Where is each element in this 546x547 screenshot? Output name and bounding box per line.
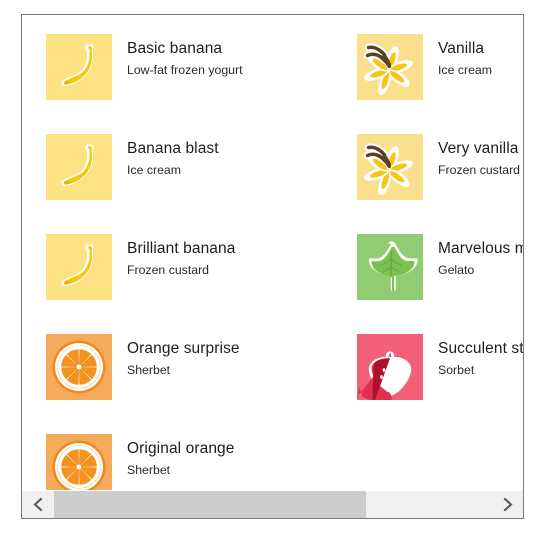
flavor-list-item[interactable]: Orange surprise Sherbet xyxy=(46,334,356,404)
flavor-list-item[interactable]: Original orange Sherbet xyxy=(46,434,356,491)
flavor-subtitle: Frozen custard xyxy=(438,163,521,177)
flavor-text-block: Brilliant banana Frozen custard xyxy=(112,234,235,279)
horizontal-scrollbar[interactable] xyxy=(22,490,523,518)
banana-icon xyxy=(46,134,112,200)
scrollbar-track[interactable] xyxy=(54,491,491,518)
flavor-list-window: Basic banana Low-fat frozen yogurt Vanilla… xyxy=(21,14,524,519)
flavor-text-block: Succulent strawberry Sorbet xyxy=(423,334,523,379)
flavor-grid: Basic banana Low-fat frozen yogurt Vanilla… xyxy=(22,15,523,491)
vanilla-flower-icon xyxy=(357,134,423,200)
flavor-text-block: Original orange Sherbet xyxy=(112,434,234,479)
flavor-text-block: Vanilla Ice cream xyxy=(423,34,492,79)
flavor-grid-viewport: Basic banana Low-fat frozen yogurt Vanilla… xyxy=(22,15,523,491)
scroll-left-arrow-icon[interactable] xyxy=(22,491,54,518)
flavor-list-item[interactable]: Very vanilla Frozen custard xyxy=(357,134,523,204)
flavor-title: Vanilla xyxy=(438,40,485,57)
flavor-text-block: Basic banana Low-fat frozen yogurt xyxy=(112,34,243,79)
vanilla-flower-icon xyxy=(357,34,423,100)
strawberry-icon xyxy=(357,334,423,400)
flavor-title: Orange surprise xyxy=(127,340,240,357)
flavor-subtitle: Sherbet xyxy=(127,363,171,377)
mint-leaf-icon xyxy=(357,234,423,300)
banana-icon xyxy=(46,34,112,100)
flavor-list-item[interactable]: Basic banana Low-fat frozen yogurt xyxy=(46,34,356,104)
flavor-text-block: Marvelous mint Gelato xyxy=(423,234,523,279)
flavor-text-block: Banana blast Ice cream xyxy=(112,134,219,179)
flavor-list-item[interactable]: Brilliant banana Frozen custard xyxy=(46,234,356,304)
flavor-subtitle: Gelato xyxy=(438,263,475,277)
flavor-list-item[interactable]: Banana blast Ice cream xyxy=(46,134,356,204)
flavor-title: Banana blast xyxy=(127,140,219,157)
flavor-title: Basic banana xyxy=(127,40,223,57)
flavor-list-item[interactable]: Succulent strawberry Sorbet xyxy=(357,334,523,404)
scrollbar-thumb[interactable] xyxy=(54,491,367,518)
flavor-text-block: Very vanilla Frozen custard xyxy=(423,134,520,179)
flavor-list-item[interactable]: Vanilla Ice cream xyxy=(357,34,523,104)
flavor-list-item[interactable]: Marvelous mint Gelato xyxy=(357,234,523,304)
banana-icon xyxy=(46,234,112,300)
flavor-title: Marvelous mint xyxy=(438,240,523,257)
orange-slice-icon xyxy=(46,334,112,400)
flavor-text-block: Orange surprise Sherbet xyxy=(112,334,240,379)
orange-slice-icon xyxy=(46,434,112,491)
flavor-subtitle: Ice cream xyxy=(127,163,181,177)
flavor-title: Succulent strawberry xyxy=(438,340,523,357)
flavor-subtitle: Frozen custard xyxy=(127,263,210,277)
flavor-subtitle: Ice cream xyxy=(438,63,492,77)
flavor-title: Brilliant banana xyxy=(127,240,236,257)
scroll-right-arrow-icon[interactable] xyxy=(491,491,523,518)
flavor-subtitle: Sherbet xyxy=(127,463,171,477)
flavor-subtitle: Low-fat frozen yogurt xyxy=(127,63,243,77)
flavor-title: Original orange xyxy=(127,440,235,457)
flavor-title: Very vanilla xyxy=(438,140,519,157)
flavor-subtitle: Sorbet xyxy=(438,363,475,377)
